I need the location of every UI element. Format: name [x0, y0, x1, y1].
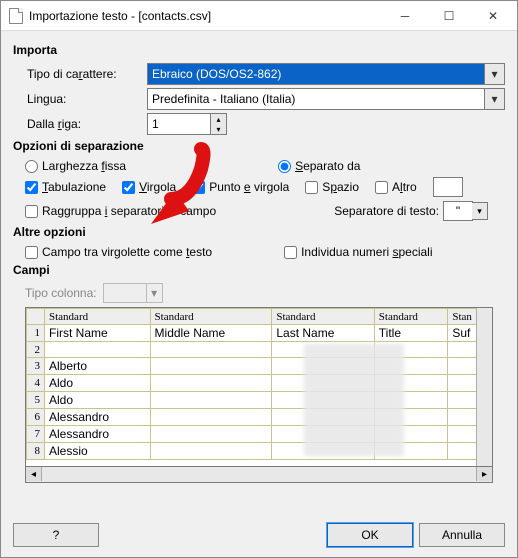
- chevron-down-icon[interactable]: ▾: [484, 64, 504, 84]
- redacted-area: [304, 344, 404, 456]
- titlebar: Importazione testo - [contacts.csv] ─ ☐ …: [1, 1, 517, 31]
- other-separator-input[interactable]: [433, 177, 463, 197]
- column-type-label: Tipo colonna:: [25, 286, 97, 300]
- table-row: 6Alessandro: [27, 409, 492, 426]
- scroll-left-icon[interactable]: ◂: [26, 467, 42, 481]
- charset-label: Tipo di carattere:: [27, 67, 147, 81]
- document-icon: [9, 8, 23, 24]
- comma-checkbox[interactable]: Virgola: [122, 180, 176, 194]
- preview-grid[interactable]: Standard Standard Standard Standard Stan…: [25, 307, 493, 467]
- col-header[interactable]: Standard: [45, 309, 151, 325]
- fixed-width-radio[interactable]: Larghezza fissa: [25, 159, 126, 173]
- separator-heading: Opzioni di separazione: [13, 139, 505, 153]
- other-options-heading: Altre opzioni: [13, 225, 505, 239]
- table-row: 3Alberto: [27, 358, 492, 375]
- cancel-button[interactable]: Annulla: [419, 523, 505, 547]
- chevron-down-icon[interactable]: ▾: [472, 202, 488, 220]
- table-row: 2: [27, 342, 492, 358]
- separated-by-radio[interactable]: Separato da: [278, 159, 360, 173]
- dialog-footer: ? OK Annulla: [1, 513, 517, 557]
- vertical-scrollbar[interactable]: [476, 308, 492, 466]
- help-button[interactable]: ?: [13, 523, 99, 547]
- table-row: 7Alessandro: [27, 426, 492, 443]
- col-header[interactable]: Standard: [374, 309, 448, 325]
- chevron-down-icon[interactable]: ▾: [484, 89, 504, 109]
- fromrow-label: Dalla riga:: [27, 117, 147, 131]
- horizontal-scrollbar[interactable]: ◂ ▸: [25, 467, 493, 483]
- dialog-content: Importa Tipo di carattere: Ebraico (DOS/…: [1, 31, 517, 513]
- close-button[interactable]: ✕: [471, 2, 515, 30]
- chevron-down-icon: ▾: [146, 284, 162, 302]
- language-label: Lingua:: [27, 92, 147, 106]
- semicolon-checkbox[interactable]: Punto e virgola: [192, 180, 289, 194]
- spin-down-icon[interactable]: ▾: [210, 124, 226, 134]
- dialog-window: Importazione testo - [contacts.csv] ─ ☐ …: [0, 0, 518, 558]
- fields-heading: Campi: [13, 263, 505, 277]
- other-checkbox[interactable]: Altro: [375, 180, 417, 194]
- tab-checkbox[interactable]: Tabulazione: [25, 180, 106, 194]
- fromrow-value: 1: [152, 117, 159, 131]
- language-value: Predefinita - Italiano (Italia): [152, 92, 295, 106]
- header-row: Standard Standard Standard Standard Stan: [27, 309, 492, 325]
- detect-special-numbers-checkbox[interactable]: Individua numeri speciali: [284, 245, 432, 259]
- column-type-select: ▾: [103, 283, 163, 303]
- minimize-button[interactable]: ─: [383, 2, 427, 30]
- table-row: 5Aldo: [27, 392, 492, 409]
- col-header[interactable]: Standard: [272, 309, 374, 325]
- table-row: 4Aldo: [27, 375, 492, 392]
- maximize-button[interactable]: ☐: [427, 2, 471, 30]
- import-heading: Importa: [13, 43, 505, 57]
- window-title: Importazione testo - [contacts.csv]: [29, 9, 383, 23]
- table-row: 1First NameMiddle NameLast NameTitleSuf: [27, 325, 492, 342]
- text-separator-select[interactable]: "▾: [443, 201, 473, 221]
- merge-delimiters-checkbox[interactable]: Raggruppa i separatori di campo: [25, 204, 216, 218]
- fromrow-spinner[interactable]: 1 ▴▾: [147, 113, 227, 135]
- quoted-as-text-checkbox[interactable]: Campo tra virgolette come testo: [25, 245, 212, 259]
- text-separator-label: Separatore di testo:: [334, 204, 439, 218]
- space-checkbox[interactable]: Spazio: [305, 180, 359, 194]
- col-header[interactable]: Standard: [150, 309, 272, 325]
- spin-up-icon[interactable]: ▴: [210, 114, 226, 124]
- ok-button[interactable]: OK: [327, 523, 413, 547]
- scroll-right-icon[interactable]: ▸: [476, 467, 492, 481]
- table-row: 8Alessio: [27, 443, 492, 460]
- language-select[interactable]: Predefinita - Italiano (Italia) ▾: [147, 88, 505, 110]
- charset-value: Ebraico (DOS/OS2-862): [152, 67, 281, 81]
- charset-select[interactable]: Ebraico (DOS/OS2-862) ▾: [147, 63, 505, 85]
